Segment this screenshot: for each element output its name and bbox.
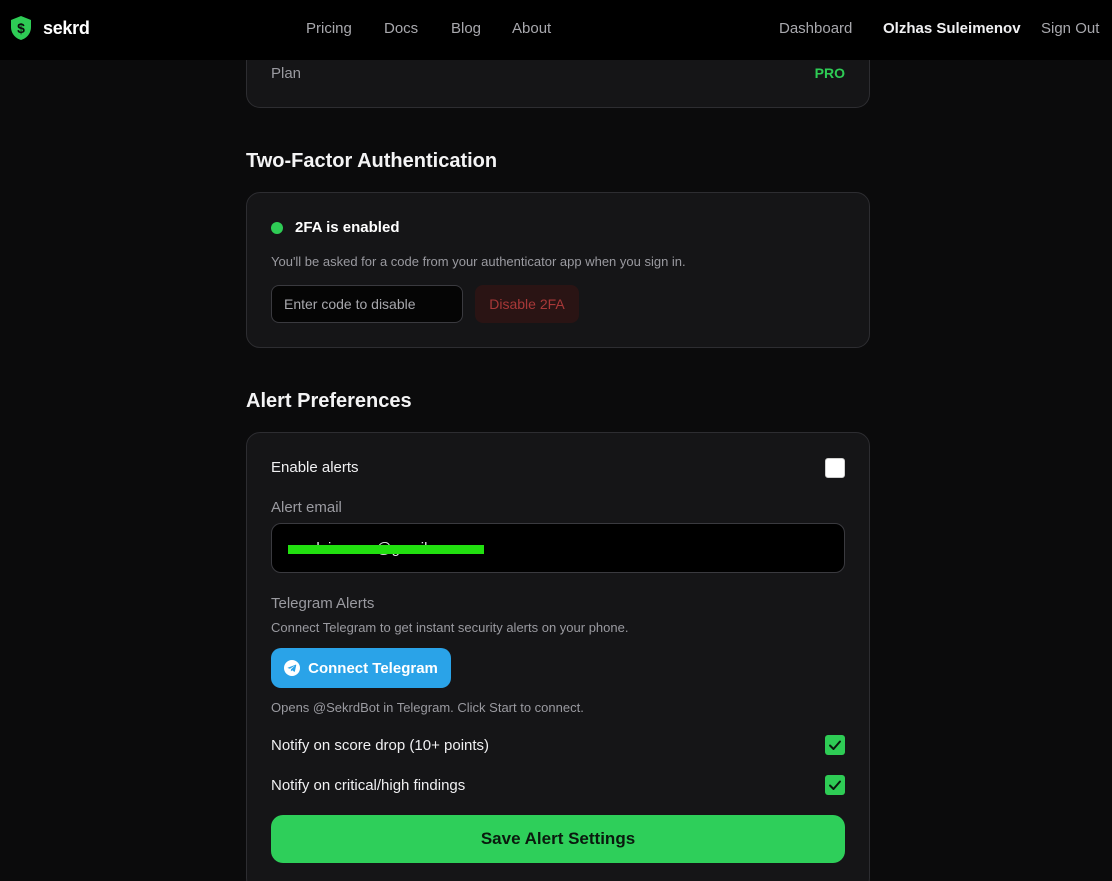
alerts-section-title: Alert Preferences xyxy=(246,390,412,412)
alert-preferences-card: Enable alerts Alert email o.suleimenov@g… xyxy=(246,432,870,881)
disable-code-input[interactable] xyxy=(271,285,463,323)
nav-link-about[interactable]: About xyxy=(512,20,551,37)
score-drop-checkbox[interactable] xyxy=(825,735,845,755)
alert-email-label: Alert email xyxy=(271,499,342,516)
nav-link-dashboard[interactable]: Dashboard xyxy=(779,20,852,37)
save-alert-settings-button[interactable]: Save Alert Settings xyxy=(271,815,845,863)
tfa-description: You'll be asked for a code from your aut… xyxy=(271,254,686,269)
shield-dollar-icon: $ xyxy=(11,16,31,40)
status-dot-icon xyxy=(271,222,283,234)
alert-email-input[interactable]: o.suleimenov@gmail xyxy=(271,523,845,573)
sign-out-link[interactable]: Sign Out xyxy=(1041,20,1099,37)
nav-user-name[interactable]: Olzhas Suleimenov xyxy=(883,20,1021,37)
telegram-description: Connect Telegram to get instant security… xyxy=(271,620,629,635)
telegram-alerts-label: Telegram Alerts xyxy=(271,595,375,612)
telegram-icon xyxy=(284,660,301,676)
critical-findings-label: Notify on critical/high findings xyxy=(271,777,466,794)
disable-2fa-button[interactable]: Disable 2FA xyxy=(475,285,579,323)
enable-alerts-checkbox[interactable] xyxy=(825,458,845,478)
tfa-status: 2FA is enabled xyxy=(295,219,400,236)
critical-findings-checkbox[interactable] xyxy=(825,775,845,795)
tfa-card: 2FA is enabled You'll be asked for a cod… xyxy=(246,192,870,348)
svg-text:$: $ xyxy=(17,20,25,36)
plan-label: Plan xyxy=(271,65,302,82)
enable-alerts-label: Enable alerts xyxy=(271,459,359,476)
plan-value-badge: PRO xyxy=(814,65,845,81)
nav-link-docs[interactable]: Docs xyxy=(384,20,418,37)
connect-telegram-button[interactable]: Connect Telegram xyxy=(271,648,451,688)
top-nav: $ sekrd Pricing Docs Blog About Dashboar… xyxy=(0,0,1112,60)
tfa-section-title: Two-Factor Authentication xyxy=(246,150,498,172)
brand-logo[interactable]: $ sekrd xyxy=(9,15,90,41)
nav-link-pricing[interactable]: Pricing xyxy=(306,20,352,37)
telegram-note: Opens @SekrdBot in Telegram. Click Start… xyxy=(271,700,584,715)
brand-name: sekrd xyxy=(43,17,90,38)
nav-link-blog[interactable]: Blog xyxy=(451,20,481,37)
checkmark-icon xyxy=(829,780,841,790)
connect-telegram-label: Connect Telegram xyxy=(308,659,438,677)
redaction-bar xyxy=(288,545,484,554)
checkmark-icon xyxy=(829,740,841,750)
score-drop-label: Notify on score drop (10+ points) xyxy=(271,737,490,754)
